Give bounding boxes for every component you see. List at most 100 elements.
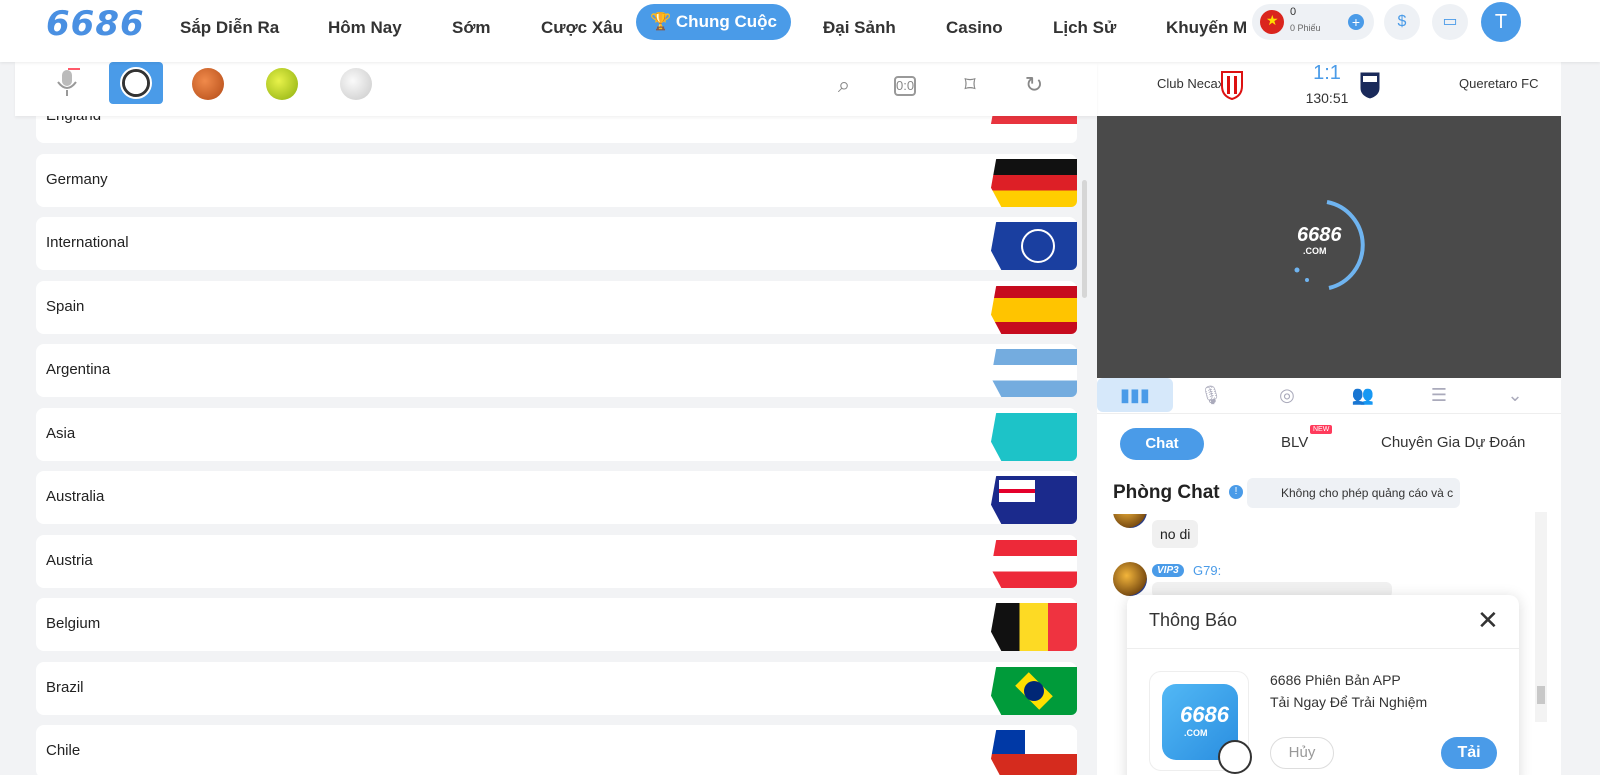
- wallet-tickets: 0 Phiếu: [1290, 23, 1321, 33]
- nav-today[interactable]: Hôm Nay: [328, 12, 402, 44]
- league-row[interactable]: Brazil: [36, 662, 1077, 715]
- video-player[interactable]: 6686 .COM: [1097, 116, 1561, 378]
- panel-tab-bar: ▮▮▮ 🎙 ◎ 👥 ☰ ⌄: [1097, 378, 1561, 414]
- wallet[interactable]: 0 0 Phiếu +: [1252, 4, 1374, 40]
- stats-icon[interactable]: ▮▮▮: [1097, 378, 1173, 412]
- video-logo: 6686: [1297, 224, 1342, 246]
- tab-chat[interactable]: Chat: [1120, 428, 1204, 460]
- nav-outright[interactable]: 🏆 Chung Cuộc: [636, 4, 791, 40]
- vip-badge: VIP3: [1152, 564, 1184, 577]
- league-name: Germany: [46, 171, 108, 188]
- tab-expert[interactable]: Chuyên Gia Dự Đoán: [1381, 434, 1525, 451]
- international-flag-icon: [991, 222, 1077, 270]
- austria-flag-icon: [991, 540, 1077, 588]
- app-download-dialog: Thông Báo ✕ 6686 .COM 6686 Phiên Bản APP…: [1127, 595, 1519, 775]
- download-button[interactable]: Tải: [1441, 737, 1497, 769]
- argentina-flag-icon: [991, 349, 1077, 397]
- soccer-icon[interactable]: [109, 62, 163, 104]
- league-name: Argentina: [46, 361, 111, 378]
- nav-history[interactable]: Lịch Sử: [1053, 12, 1116, 44]
- site-logo[interactable]: 6686: [46, 4, 145, 44]
- nav-lobby[interactable]: Đại Sảnh: [823, 12, 896, 44]
- chat-notice: Không cho phép quảng cáo và c: [1247, 478, 1460, 508]
- nav-promotions[interactable]: Khuyến Mãi: [1166, 12, 1246, 44]
- league-name: Australia: [46, 488, 105, 505]
- league-name: Austria: [46, 552, 93, 569]
- away-team-crest-icon: [1357, 70, 1383, 100]
- nav-casino[interactable]: Casino: [946, 12, 1003, 44]
- close-icon[interactable]: ✕: [1477, 607, 1499, 633]
- search-icon[interactable]: ⌕: [831, 72, 857, 98]
- nav-early[interactable]: Sớm: [452, 12, 491, 44]
- league-name: Asia: [46, 425, 76, 442]
- brazil-flag-icon: [991, 667, 1077, 715]
- analysis-icon[interactable]: ◎: [1249, 378, 1325, 412]
- money-bag-icon[interactable]: $: [1384, 4, 1420, 40]
- chile-flag-icon: [991, 730, 1077, 775]
- league-row[interactable]: Belgium: [36, 598, 1077, 651]
- home-team-crest-icon: [1219, 70, 1245, 101]
- baseball-icon[interactable]: [329, 62, 383, 106]
- vietnam-flag-icon: [1260, 10, 1284, 34]
- lineup-icon[interactable]: 👥: [1325, 378, 1401, 412]
- league-name: Spain: [46, 298, 85, 315]
- nav-outright-label: Chung Cuộc: [675, 12, 777, 31]
- basketball-icon[interactable]: [181, 62, 235, 106]
- trophy-icon: 🏆: [650, 12, 672, 31]
- league-list: England Germany International Spain Arge…: [36, 116, 1077, 775]
- chat-username: G79:: [1193, 563, 1222, 578]
- league-name: Belgium: [46, 615, 101, 632]
- list-icon[interactable]: ☰: [1401, 378, 1477, 412]
- top-nav: 6686 Sắp Diễn Ra Hôm Nay Sớm Cược Xâu 🏆 …: [0, 0, 1600, 62]
- belgium-flag-icon: [991, 603, 1077, 651]
- league-row[interactable]: Australia: [36, 471, 1077, 524]
- card-icon[interactable]: ▭: [1432, 4, 1468, 40]
- info-icon[interactable]: !: [1229, 485, 1243, 499]
- england-flag-icon: [991, 116, 1077, 143]
- league-row[interactable]: Asia: [36, 408, 1077, 461]
- app-icon-sub: .COM: [1184, 728, 1208, 738]
- league-row[interactable]: Germany: [36, 154, 1077, 207]
- league-name: England: [46, 116, 101, 124]
- app-icon-logo: 6686: [1180, 702, 1229, 727]
- germany-flag-icon: [991, 159, 1077, 207]
- user-avatar[interactable]: T: [1481, 2, 1521, 42]
- sport-bar: ⌕ 0:0 ⌑ ↻: [15, 62, 1097, 116]
- match-score: 1:1: [1313, 62, 1341, 84]
- avatar: [1113, 514, 1147, 528]
- refresh-icon[interactable]: ↻: [1021, 72, 1047, 98]
- add-funds-icon[interactable]: +: [1348, 14, 1364, 30]
- chat-room-title: Phòng Chat: [1113, 482, 1220, 503]
- league-row[interactable]: Austria: [36, 535, 1077, 588]
- league-row[interactable]: Chile: [36, 725, 1077, 775]
- scoreboard-icon[interactable]: 0:0: [894, 76, 916, 96]
- list-scrollbar[interactable]: [1082, 180, 1087, 298]
- asia-flag-icon: [991, 413, 1077, 461]
- bookmark-icon[interactable]: ⌑: [957, 72, 983, 98]
- league-row[interactable]: England: [36, 116, 1077, 143]
- league-name: Brazil: [46, 679, 84, 696]
- chat-scrollbar[interactable]: [1535, 512, 1547, 722]
- soccer-ball-icon: [1218, 740, 1252, 774]
- live-mic-icon[interactable]: [40, 62, 94, 106]
- chat-tabs: Chat BLV NEW Chuyên Gia Dự Đoán: [1097, 414, 1561, 470]
- league-name: International: [46, 234, 129, 251]
- match-header: Club Necaxa 1:1 130:51 Queretaro FC: [1097, 62, 1561, 116]
- chevron-down-icon[interactable]: ⌄: [1477, 378, 1553, 412]
- dialog-line-2: Tải Ngay Để Trải Nghiệm: [1270, 694, 1428, 710]
- chat-message: no di: [1152, 520, 1199, 548]
- nav-upcoming[interactable]: Sắp Diễn Ra: [180, 12, 279, 44]
- dialog-line-1: 6686 Phiên Bản APP: [1270, 672, 1401, 688]
- away-team-name: Queretaro FC: [1459, 76, 1539, 91]
- league-row[interactable]: International: [36, 217, 1077, 270]
- dialog-title: Thông Báo: [1149, 610, 1238, 630]
- cancel-button[interactable]: Hủy: [1270, 737, 1334, 769]
- tennis-icon[interactable]: [255, 62, 309, 106]
- nav-parlay[interactable]: Cược Xâu: [541, 12, 623, 44]
- chat-scroll-thumb[interactable]: [1537, 686, 1545, 704]
- video-logo-sub: .COM: [1303, 246, 1327, 256]
- commentary-mic-icon[interactable]: 🎙: [1173, 378, 1249, 412]
- league-row[interactable]: Argentina: [36, 344, 1077, 397]
- league-row[interactable]: Spain: [36, 281, 1077, 334]
- tab-blv[interactable]: BLV: [1281, 434, 1308, 451]
